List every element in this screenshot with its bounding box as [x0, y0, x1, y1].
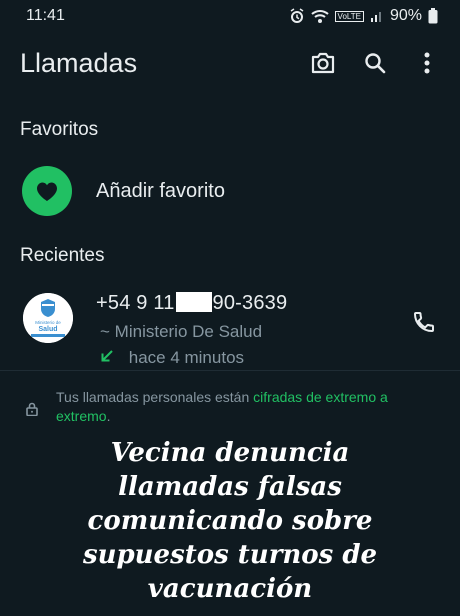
wifi-icon [310, 8, 329, 24]
headline-overlay: Vecina denuncia llamadas falsas comunica… [0, 436, 460, 606]
headline-line: supuestos turnos de [82, 540, 378, 570]
call-log-item[interactable]: Ministerio de Salud +54 9 11 90-3639 ~ Mi… [0, 288, 460, 370]
call-name-prefix: ~ [100, 322, 110, 341]
avatar: Ministerio de Salud [23, 293, 73, 343]
status-time: 11:41 [26, 7, 65, 24]
avatar-text-1: Ministerio de [35, 320, 61, 325]
call-contact-name: ~ Ministerio De Salud [100, 322, 262, 342]
headline-line: vacunación [147, 574, 313, 604]
lock-icon [26, 402, 38, 421]
camera-icon[interactable] [308, 48, 338, 78]
incoming-call-arrow-icon [100, 348, 119, 367]
recents-heading: Recientes [20, 245, 105, 266]
call-number-suffix: 90-3639 [212, 292, 288, 314]
call-name-text: Ministerio De Salud [114, 322, 263, 341]
call-number-prefix: +54 9 11 [96, 292, 175, 314]
phone-icon[interactable] [412, 310, 436, 339]
signal-icon [370, 9, 384, 23]
battery-percent: 90% [389, 7, 422, 24]
status-icons: VoLTE 90% [289, 7, 460, 25]
divider [0, 370, 460, 371]
page-title: Llamadas [20, 47, 138, 78]
add-favorite-button[interactable]: Añadir favorito [22, 166, 225, 216]
call-number: +54 9 11 90-3639 [96, 292, 287, 315]
redacted-digits [175, 292, 212, 312]
app-bar-actions [308, 48, 460, 78]
favorites-heading: Favoritos [20, 119, 99, 140]
encryption-text: Tus llamadas personales están cifradas d… [56, 388, 441, 426]
app-bar: Llamadas [0, 38, 460, 88]
headline-line: llamadas falsas [118, 472, 342, 502]
volte-badge: VoLTE [334, 10, 364, 22]
call-time: hace 4 minutos [100, 348, 244, 368]
headline-line: comunicando sobre [87, 506, 373, 536]
more-vert-icon[interactable] [412, 48, 442, 78]
avatar-text-2: Salud [38, 326, 57, 333]
encryption-text-lead: Tus llamadas personales están [56, 389, 254, 405]
call-time-text: hace 4 minutos [128, 348, 245, 367]
battery-icon [428, 8, 438, 24]
heart-icon [22, 166, 72, 216]
alarm-icon [289, 8, 305, 24]
headline-line: Vecina denuncia [110, 438, 350, 468]
status-bar: 11:41 VoLTE 90% [0, 0, 460, 32]
search-icon[interactable] [360, 48, 390, 78]
encryption-text-end: . [106, 408, 111, 424]
add-favorite-label: Añadir favorito [96, 179, 225, 202]
